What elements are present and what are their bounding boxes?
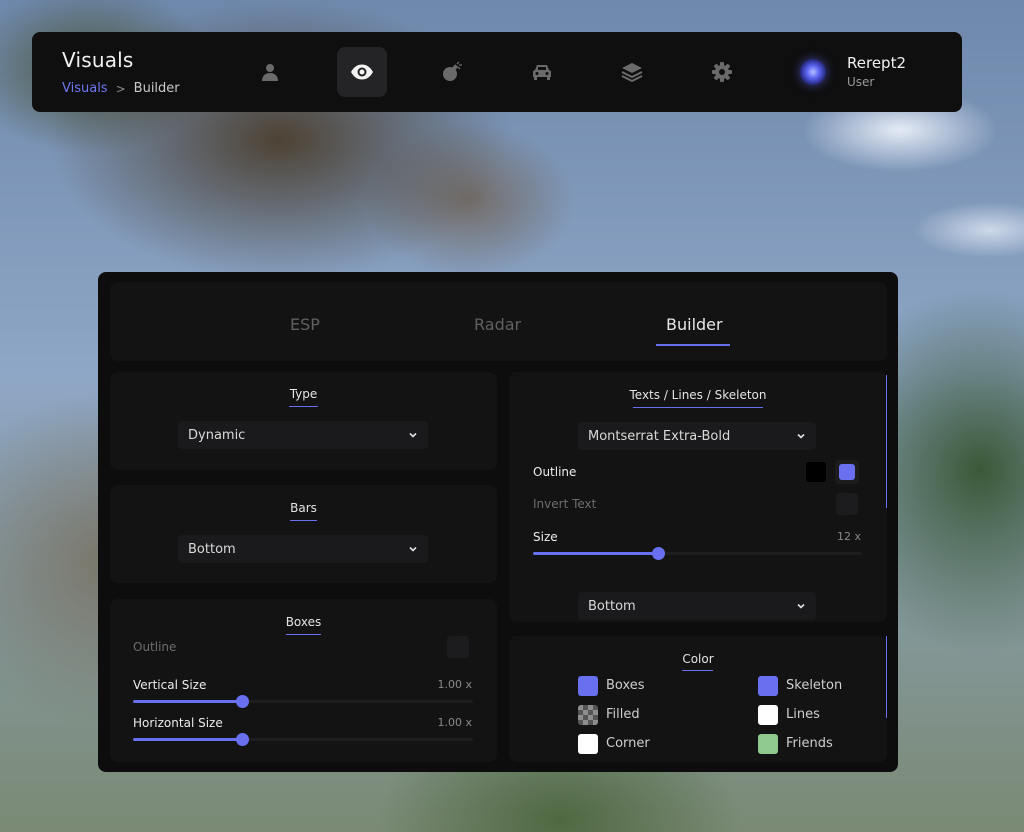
color-card-title: Color xyxy=(682,652,714,666)
tab-builder[interactable]: Builder xyxy=(666,315,723,334)
text-size-slider-fill xyxy=(533,552,659,555)
lines-color-swatch[interactable] xyxy=(758,705,778,725)
nav-misc-button[interactable] xyxy=(607,47,657,97)
scrollbar[interactable] xyxy=(886,636,887,718)
bars-dropdown-value: Bottom xyxy=(188,541,236,557)
vertical-size-slider-handle[interactable] xyxy=(235,695,249,708)
horizontal-size-slider-fill xyxy=(133,738,242,741)
horizontal-size-slider[interactable] xyxy=(133,733,473,746)
breadcrumb-current: Builder xyxy=(133,81,180,96)
boxes-color-swatch[interactable] xyxy=(578,676,598,696)
texts-title-underline xyxy=(633,407,763,408)
text-size-slider[interactable] xyxy=(533,547,862,560)
outline-color-black-swatch[interactable] xyxy=(806,462,826,482)
outline-color-accent-frame[interactable] xyxy=(835,460,859,484)
font-dropdown[interactable]: Montserrat Extra-Bold xyxy=(578,422,816,450)
text-size-value: 12 x xyxy=(836,530,861,543)
friends-color-label: Friends xyxy=(786,736,833,751)
tab-radar[interactable]: Radar xyxy=(474,315,521,334)
friends-color-swatch[interactable] xyxy=(758,734,778,754)
nav-settings-button[interactable] xyxy=(697,47,747,97)
type-dropdown[interactable]: Dynamic xyxy=(178,421,428,449)
text-position-dropdown[interactable]: Bottom xyxy=(578,592,816,620)
breadcrumb-separator: > xyxy=(115,81,126,96)
layers-icon xyxy=(621,63,643,83)
outline-color-accent-swatch xyxy=(839,464,855,480)
breadcrumb-visuals-link[interactable]: Visuals xyxy=(62,81,108,96)
type-card-title: Type xyxy=(289,387,318,401)
horizontal-size-label: Horizontal Size xyxy=(133,716,223,730)
skeleton-color-label: Skeleton xyxy=(786,678,843,693)
vertical-size-slider-fill xyxy=(133,700,242,703)
nav-weapons-button[interactable] xyxy=(427,47,477,97)
invert-text-checkbox[interactable] xyxy=(836,493,858,515)
chevron-down-icon xyxy=(797,603,805,609)
horizontal-size-value: 1.00 x xyxy=(437,716,473,729)
gear-icon xyxy=(712,62,732,82)
bars-card-title: Bars xyxy=(290,501,317,515)
corner-color-swatch[interactable] xyxy=(578,734,598,754)
type-dropdown-value: Dynamic xyxy=(188,427,246,443)
invert-text-label: Invert Text xyxy=(533,497,597,511)
texts-lines-skeleton-card: Texts / Lines / Skeleton Montserrat Extr… xyxy=(509,372,887,622)
tab-esp[interactable]: ESP xyxy=(290,315,320,334)
top-header: Visuals Visuals > Builder Rerept2 User xyxy=(32,32,962,112)
user-role: User xyxy=(847,75,875,89)
user-name: Rerept2 xyxy=(847,54,906,72)
breadcrumb: Visuals > Builder xyxy=(62,81,180,96)
text-position-value: Bottom xyxy=(588,598,636,614)
bars-dropdown[interactable]: Bottom xyxy=(178,535,428,563)
chevron-down-icon xyxy=(409,546,417,552)
boxes-title-underline xyxy=(286,634,321,635)
nav-vehicles-button[interactable] xyxy=(517,47,567,97)
color-card: Color Boxes Skeleton Filled Lines Corner… xyxy=(509,636,887,762)
corner-color-label: Corner xyxy=(606,736,650,751)
text-outline-label: Outline xyxy=(533,465,577,479)
color-title-underline xyxy=(682,670,713,671)
chevron-down-icon xyxy=(797,433,805,439)
filled-color-label: Filled xyxy=(606,707,640,722)
type-title-underline xyxy=(289,406,318,407)
nav-player-button[interactable] xyxy=(245,47,295,97)
boxes-outline-label: Outline xyxy=(133,640,177,654)
bars-card: Bars Bottom xyxy=(110,485,497,583)
vertical-size-label: Vertical Size xyxy=(133,678,207,692)
vertical-size-value: 1.00 x xyxy=(437,678,473,691)
scrollbar[interactable] xyxy=(886,375,887,508)
lines-color-label: Lines xyxy=(786,707,820,722)
font-dropdown-value: Montserrat Extra-Bold xyxy=(588,428,731,444)
chevron-down-icon xyxy=(409,432,417,438)
text-size-label: Size xyxy=(533,530,558,544)
boxes-card: Boxes Outline Vertical Size 1.00 x Horiz… xyxy=(110,599,497,762)
horizontal-size-slider-handle[interactable] xyxy=(235,733,249,746)
tab-bar: ESP Radar Builder xyxy=(110,282,887,361)
active-tab-indicator xyxy=(656,344,730,346)
text-size-slider-handle[interactable] xyxy=(652,547,666,560)
eye-icon xyxy=(351,64,373,80)
bomb-icon xyxy=(443,61,462,81)
boxes-card-title: Boxes xyxy=(285,615,322,629)
boxes-color-label: Boxes xyxy=(606,678,645,693)
bars-title-underline xyxy=(290,520,317,521)
skeleton-color-swatch[interactable] xyxy=(758,676,778,696)
page-title: Visuals xyxy=(62,48,134,72)
boxes-outline-checkbox[interactable] xyxy=(447,636,469,658)
avatar[interactable] xyxy=(800,59,826,85)
user-icon xyxy=(262,64,278,81)
type-card: Type Dynamic xyxy=(110,372,497,470)
nav-visuals-button[interactable] xyxy=(337,47,387,97)
car-icon xyxy=(533,65,551,80)
texts-card-title: Texts / Lines / Skeleton xyxy=(629,388,767,402)
filled-color-swatch[interactable] xyxy=(578,705,598,725)
vertical-size-slider[interactable] xyxy=(133,695,473,708)
builder-window: ESP Radar Builder Type Dynamic Bars Bott… xyxy=(98,272,898,772)
